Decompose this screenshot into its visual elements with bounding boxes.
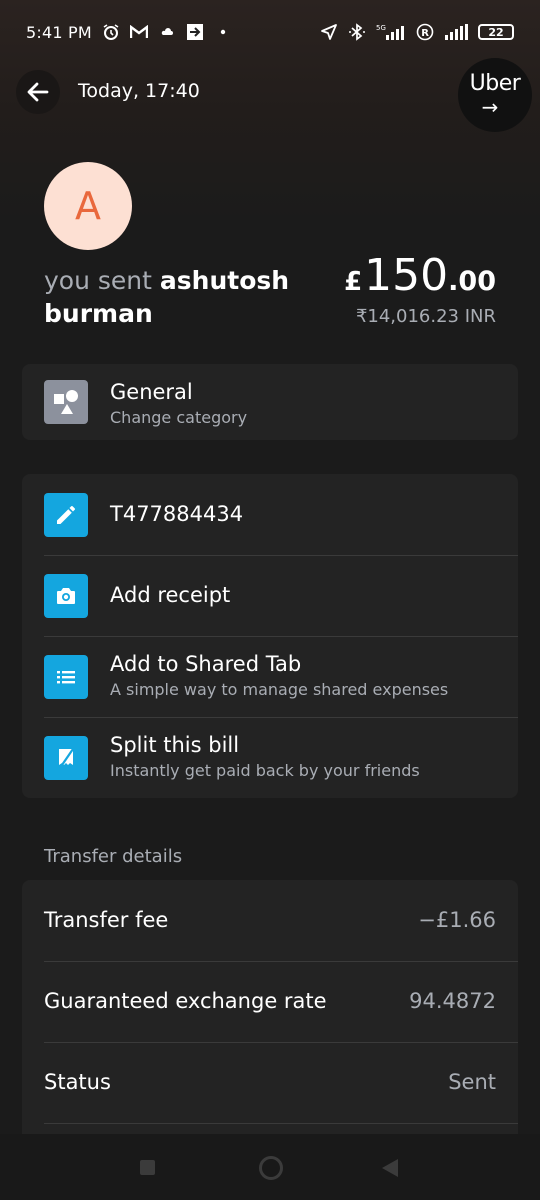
- add-receipt-title: Add receipt: [110, 583, 231, 607]
- network-label: 5G: [376, 24, 386, 32]
- converted-amount: ₹14,016.23 INR: [355, 306, 496, 327]
- status-time: 5:41 PM: [26, 22, 92, 42]
- actions-card: T477884434 Add receipt Add to Shared Tab…: [22, 474, 518, 798]
- detail-value: Sent: [448, 1070, 496, 1094]
- header: Today, 17:40 Uber →: [0, 58, 540, 132]
- battery-icon: 22: [478, 24, 514, 40]
- merchant-logo-button[interactable]: Uber →: [458, 58, 532, 132]
- pencil-icon: [57, 506, 75, 524]
- shared-tab-subtitle: A simple way to manage shared expenses: [110, 680, 449, 699]
- category-tile: [44, 380, 88, 424]
- detail-value: −£1.66: [418, 908, 496, 932]
- location-icon: [320, 23, 338, 41]
- receipt-tile: [44, 736, 88, 780]
- signal-icon: [444, 23, 468, 41]
- category-shapes-icon: [54, 390, 78, 414]
- category-subtitle: Change category: [110, 408, 248, 427]
- arrow-left-icon: [27, 82, 49, 102]
- status-bar: 5:41 PM 5G R 22: [0, 0, 540, 64]
- home-button[interactable]: [259, 1156, 283, 1180]
- status-bar-right: 5G R 22: [320, 23, 514, 41]
- detail-label: Transfer fee: [44, 908, 169, 932]
- bluetooth-icon: [348, 23, 366, 41]
- signal-5g-icon: 5G: [376, 23, 406, 41]
- detail-value: 94.4872: [409, 989, 496, 1013]
- split-bill-row[interactable]: Split this bill Instantly get paid back …: [22, 717, 518, 798]
- exit-icon: [186, 23, 204, 41]
- alarm-icon: [102, 23, 120, 41]
- status-bar-left: 5:41 PM: [26, 23, 232, 42]
- sent-description: you sent ashutosh burman: [44, 264, 334, 330]
- shared-tab-row[interactable]: Add to Shared Tab A simple way to manage…: [22, 636, 518, 717]
- amount-sent: £ 150 .00: [344, 250, 496, 301]
- roaming-icon: R: [416, 23, 434, 41]
- split-bill-subtitle: Instantly get paid back by your friends: [110, 761, 420, 780]
- camera-tile: [44, 574, 88, 618]
- camera-icon: [57, 588, 75, 604]
- category-title: General: [110, 380, 193, 404]
- reference-row[interactable]: T477884434: [22, 474, 518, 555]
- svg-text:R: R: [421, 28, 429, 39]
- transfer-details-card: Transfer fee −£1.66 Guaranteed exchange …: [22, 880, 518, 1134]
- sent-prefix: you sent: [44, 266, 152, 295]
- reference-title: T477884434: [110, 502, 244, 526]
- category-card[interactable]: General Change category: [22, 364, 518, 440]
- list-tile: [44, 655, 88, 699]
- avatar: A: [44, 162, 132, 250]
- status-row: Status Sent: [22, 1042, 518, 1123]
- cloud-icon: [158, 23, 176, 41]
- detail-label: Status: [44, 1070, 111, 1094]
- back-button[interactable]: [16, 70, 60, 114]
- page-title: Today, 17:40: [78, 80, 200, 102]
- list-icon: [57, 671, 75, 684]
- split-bill-title: Split this bill: [110, 733, 240, 757]
- add-receipt-row[interactable]: Add receipt: [22, 555, 518, 636]
- system-back-button[interactable]: [382, 1159, 398, 1177]
- merchant-logo-text: Uber: [469, 71, 521, 96]
- amount-main: 150: [364, 250, 449, 301]
- shared-tab-title: Add to Shared Tab: [110, 652, 302, 676]
- receipt-icon: [59, 748, 74, 766]
- amount-currency: £: [344, 267, 363, 297]
- recents-button[interactable]: [140, 1160, 155, 1175]
- pencil-tile: [44, 493, 88, 537]
- detail-label: Guaranteed exchange rate: [44, 989, 327, 1013]
- dot-icon: [214, 23, 232, 41]
- gmail-icon: [129, 23, 148, 41]
- transfer-fee-row: Transfer fee −£1.66: [22, 880, 518, 961]
- transfer-details-heading: Transfer details: [44, 846, 183, 867]
- arrow-right-icon: →: [481, 95, 499, 119]
- amount-decimal: .00: [448, 266, 496, 297]
- system-nav-bar: [0, 1134, 540, 1200]
- exchange-rate-row: Guaranteed exchange rate 94.4872: [22, 961, 518, 1042]
